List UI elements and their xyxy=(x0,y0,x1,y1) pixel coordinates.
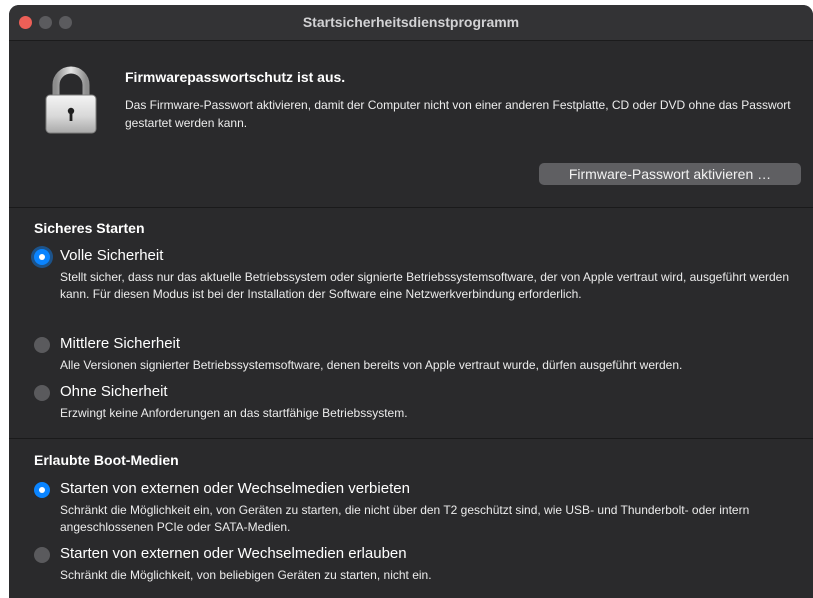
option-description: Stellt sicher, dass nur das aktuelle Bet… xyxy=(60,270,790,301)
option-description: Schränkt die Möglichkeit, von beliebigen… xyxy=(60,568,432,582)
title-bar: Startsicherheitsdienstprogramm xyxy=(9,5,813,41)
option-label[interactable]: Ohne Sicherheit xyxy=(60,383,168,400)
option-label[interactable]: Mittlere Sicherheit xyxy=(60,335,180,352)
window-title: Startsicherheitsdienstprogramm xyxy=(302,14,520,30)
radio-button-disallow-external[interactable] xyxy=(34,482,50,498)
option-description: Alle Versionen signierter Betriebssystem… xyxy=(60,358,683,372)
option-label[interactable]: Starten von externen oder Wechselmedien … xyxy=(60,545,407,562)
firmware-description: Das Firmware-Passwort aktivieren, damit … xyxy=(125,98,791,130)
option-description: Erzwingt keine Anforderungen an das star… xyxy=(60,406,408,420)
enable-firmware-password-button[interactable]: Firmware-Passwort aktivieren … xyxy=(539,163,801,185)
boot-media-heading: Erlaubte Boot-Medien xyxy=(34,452,179,468)
option-label[interactable]: Starten von externen oder Wechselmedien … xyxy=(60,480,410,497)
firmware-password-section: Firmwarepasswortschutz ist aus. Das Firm… xyxy=(9,41,813,207)
firmware-status-heading: Firmwarepasswortschutz ist aus. xyxy=(125,69,346,85)
secure-boot-heading: Sicheres Starten xyxy=(34,220,145,236)
radio-button-full-security[interactable] xyxy=(34,249,50,265)
startup-security-window: Startsicherheitsdienstprogramm Firmwarep… xyxy=(9,5,813,598)
option-label[interactable]: Volle Sicherheit xyxy=(60,247,163,264)
radio-button-no-security[interactable] xyxy=(34,385,50,401)
radio-button-medium-security[interactable] xyxy=(34,337,50,353)
radio-button-allow-external[interactable] xyxy=(34,547,50,563)
option-description: Schränkt die Möglichkeit ein, von Geräte… xyxy=(60,503,750,534)
lock-icon xyxy=(45,66,97,134)
section-divider xyxy=(9,207,813,208)
section-divider xyxy=(9,438,813,439)
